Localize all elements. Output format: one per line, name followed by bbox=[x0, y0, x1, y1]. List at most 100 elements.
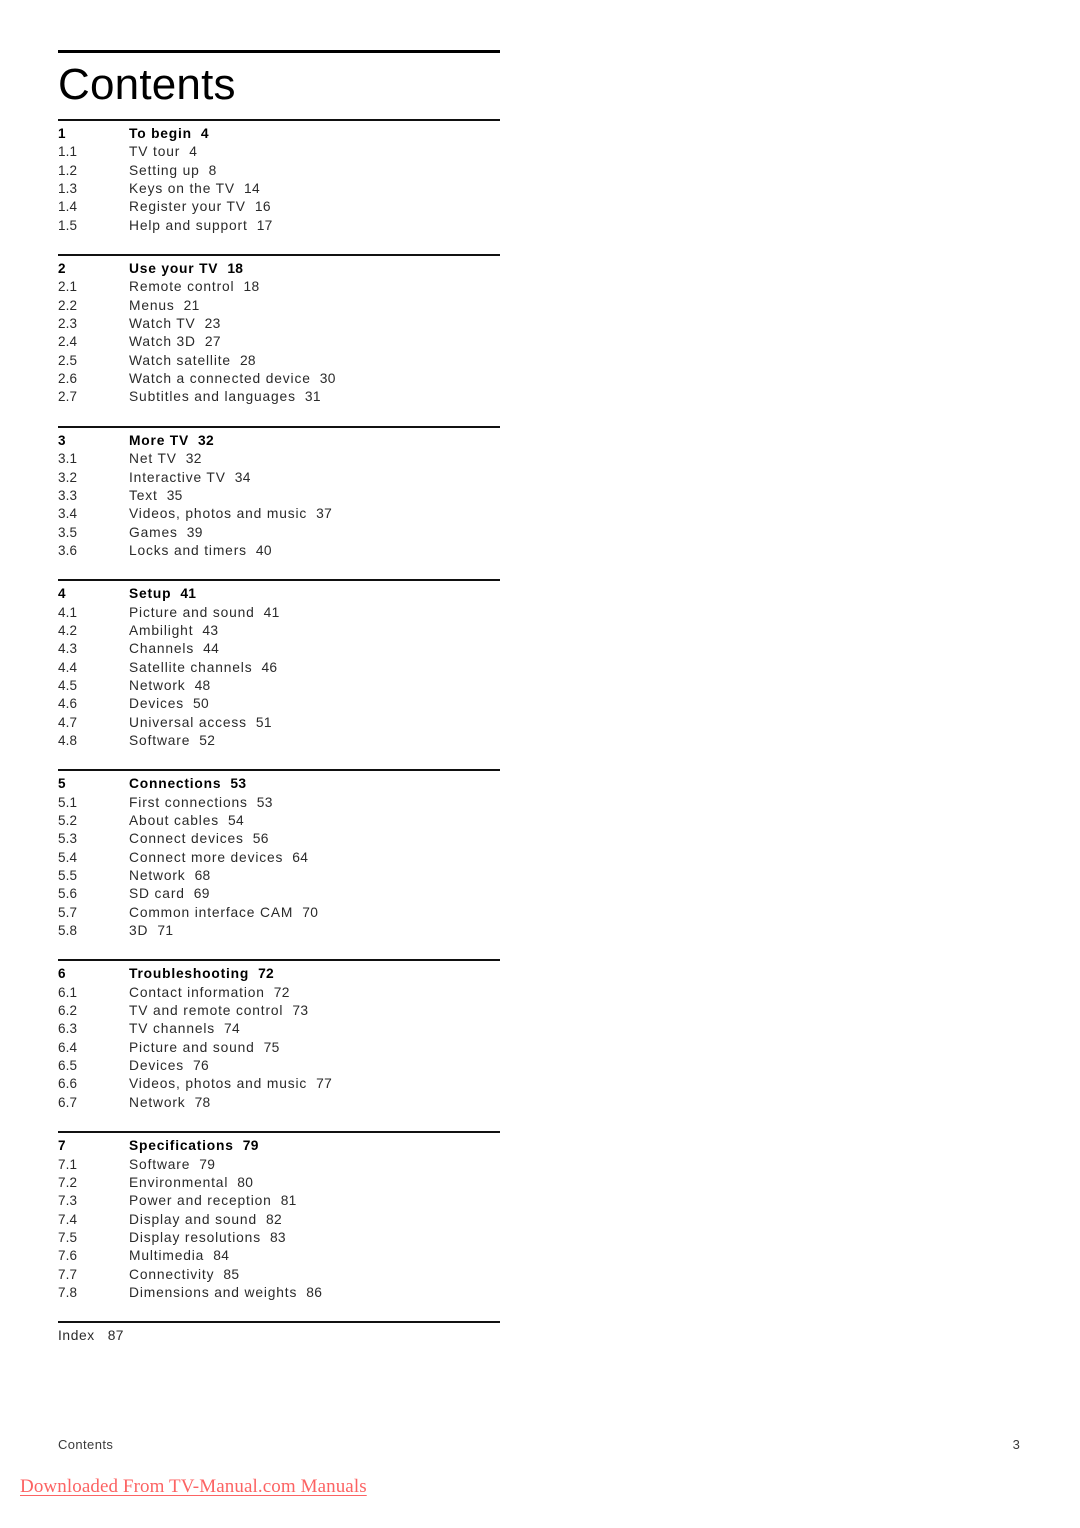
toc-entry[interactable]: 5.3 Connect devices 56 bbox=[58, 830, 500, 848]
index-rule bbox=[58, 1321, 500, 1324]
toc-entry-label: Troubleshooting bbox=[129, 966, 250, 982]
toc-entry[interactable]: 5.1 First connections 53 bbox=[58, 794, 500, 812]
toc-entry[interactable]: 6.3 TV channels 74 bbox=[58, 1020, 500, 1038]
toc-entry-label: Network bbox=[129, 1094, 186, 1110]
watermark-link[interactable]: Downloaded From TV-Manual.com Manuals bbox=[20, 1476, 367, 1498]
toc-entry-label: Videos, photos and music bbox=[129, 506, 308, 522]
toc-entry-page-number: 85 bbox=[223, 1266, 240, 1282]
toc-entry[interactable]: 7.7 Connectivity 85 bbox=[58, 1266, 500, 1284]
toc-entry-number: 7.3 bbox=[58, 1193, 78, 1209]
toc-section-heading[interactable]: 2 Use your TV 18 bbox=[58, 260, 500, 278]
toc-entry-number: 1.4 bbox=[58, 199, 78, 215]
toc-entry[interactable]: 4.3 Channels 44 bbox=[58, 640, 500, 658]
toc-entry-number: 4.3 bbox=[58, 641, 78, 657]
toc-entry-label: Locks and timers bbox=[129, 542, 247, 558]
toc-entry[interactable]: 6.1 Contact information 72 bbox=[58, 984, 500, 1002]
toc-entry[interactable]: 6.7 Network 78 bbox=[58, 1094, 500, 1112]
toc-entry[interactable]: 4.2 Ambilight 43 bbox=[58, 622, 500, 640]
toc-entry-number: 2.5 bbox=[58, 352, 78, 368]
toc-entry[interactable]: 6.2 TV and remote control 73 bbox=[58, 1002, 500, 1020]
toc-entry-label: Dimensions and weights bbox=[129, 1284, 298, 1300]
toc-entry-page-number: 39 bbox=[186, 524, 203, 540]
toc-entry[interactable]: 7.5 Display resolutions 83 bbox=[58, 1229, 500, 1247]
toc-entry[interactable]: 5.7 Common interface CAM 70 bbox=[58, 904, 500, 922]
toc-entry[interactable]: 5.8 3D 71 bbox=[58, 922, 500, 940]
toc-entry[interactable]: 4.5 Network 48 bbox=[58, 677, 500, 695]
toc-entry[interactable]: 5.2 About cables 54 bbox=[58, 812, 500, 830]
toc-entry-number: 7.1 bbox=[58, 1156, 78, 1172]
toc-entry[interactable]: 7.2 Environmental 80 bbox=[58, 1174, 500, 1192]
section-rule bbox=[58, 579, 500, 582]
toc-entry-number: 5.6 bbox=[58, 886, 78, 902]
toc-entry-label: Connect more devices bbox=[129, 849, 284, 865]
toc-entry[interactable]: 1.5 Help and support 17 bbox=[58, 217, 500, 235]
toc-entry-label: Text bbox=[129, 487, 158, 503]
toc-entry[interactable]: 3.6 Locks and timers 40 bbox=[58, 542, 500, 560]
toc-entry[interactable]: 3.4 Videos, photos and music 37 bbox=[58, 505, 500, 523]
toc-entry-page-number: 68 bbox=[194, 868, 211, 884]
toc-entry-label: Multimedia bbox=[129, 1248, 205, 1264]
toc-entry-number: 5.1 bbox=[58, 794, 78, 810]
toc-entry-page-number: 17 bbox=[256, 217, 273, 233]
toc-entry[interactable]: 7.6 Multimedia 84 bbox=[58, 1247, 500, 1265]
toc-entry[interactable]: 2.2 Menus 21 bbox=[58, 297, 500, 315]
toc-section-heading[interactable]: 7 Specifications 79 bbox=[58, 1137, 500, 1155]
toc-entry[interactable]: 3.1 Net TV 32 bbox=[58, 450, 500, 468]
toc-entry-page-number: 32 bbox=[185, 451, 202, 467]
toc-entry[interactable]: 1.4 Register your TV 16 bbox=[58, 198, 500, 216]
toc-entry[interactable]: 2.7 Subtitles and languages 31 bbox=[58, 388, 500, 406]
toc-entry-page-number: 73 bbox=[292, 1003, 309, 1019]
toc-entry[interactable]: 4.8 Software 52 bbox=[58, 732, 500, 750]
toc-entry-page-number: 4 bbox=[200, 126, 209, 141]
toc-index-row[interactable]: Index 87 bbox=[58, 1327, 500, 1345]
toc-section-heading[interactable]: 6 Troubleshooting 72 bbox=[58, 965, 500, 983]
toc-entry[interactable]: 7.4 Display and sound 82 bbox=[58, 1211, 500, 1229]
index-label: Index bbox=[58, 1328, 95, 1344]
toc-entry-label: Keys on the TV bbox=[129, 181, 235, 197]
footer-page-number: 3 bbox=[1012, 1437, 1020, 1452]
toc-entry-number: 1.1 bbox=[58, 144, 78, 160]
toc-entry[interactable]: 5.4 Connect more devices 64 bbox=[58, 849, 500, 867]
toc-entry-number: 6.3 bbox=[58, 1021, 78, 1037]
toc-entry-label: Contact information bbox=[129, 984, 265, 1000]
toc-section-heading[interactable]: 5 Connections 53 bbox=[58, 775, 500, 793]
toc-entry[interactable]: 3.3 Text 35 bbox=[58, 487, 500, 505]
toc-entry[interactable]: 2.4 Watch 3D 27 bbox=[58, 333, 500, 351]
toc-entry[interactable]: 3.5 Games 39 bbox=[58, 524, 500, 542]
toc-section-heading[interactable]: 4 Setup 41 bbox=[58, 585, 500, 603]
toc-entry[interactable]: 2.5 Watch satellite 28 bbox=[58, 352, 500, 370]
toc-entry[interactable]: 1.1 TV tour 4 bbox=[58, 143, 500, 161]
toc-section-heading[interactable]: 1 To begin 4 bbox=[58, 125, 500, 143]
toc-entry[interactable]: 4.6 Devices 50 bbox=[58, 695, 500, 713]
toc-entry[interactable]: 2.3 Watch TV 23 bbox=[58, 315, 500, 333]
toc-entry[interactable]: 5.6 SD card 69 bbox=[58, 885, 500, 903]
table-of-contents: Contents 1 To begin 4 1.1 TV tour 4 1.2 Setting… bbox=[58, 50, 500, 1346]
toc-sections: 1 To begin 4 1.1 TV tour 4 1.2 Setting up 8 1.3 Ke… bbox=[58, 119, 500, 1321]
toc-entry[interactable]: 6.6 Videos, photos and music 77 bbox=[58, 1075, 500, 1093]
toc-entry-label: Satellite channels bbox=[129, 659, 253, 675]
toc-entry-label: Common interface CAM bbox=[129, 904, 294, 920]
toc-section-heading[interactable]: 3 More TV 32 bbox=[58, 432, 500, 450]
toc-entry[interactable]: 6.5 Devices 76 bbox=[58, 1057, 500, 1075]
toc-entry[interactable]: 1.3 Keys on the TV 14 bbox=[58, 180, 500, 198]
toc-entry[interactable]: 2.1 Remote control 18 bbox=[58, 278, 500, 296]
toc-entry-number: 5.3 bbox=[58, 831, 78, 847]
toc-entry[interactable]: 4.4 Satellite channels 46 bbox=[58, 659, 500, 677]
toc-entry-number: 6.2 bbox=[58, 1003, 78, 1019]
toc-entry[interactable]: 7.3 Power and reception 81 bbox=[58, 1192, 500, 1210]
toc-entry-page-number: 34 bbox=[234, 469, 251, 485]
toc-entry[interactable]: 1.2 Setting up 8 bbox=[58, 162, 500, 180]
toc-entry[interactable]: 6.4 Picture and sound 75 bbox=[58, 1039, 500, 1057]
toc-entry[interactable]: 4.1 Picture and sound 41 bbox=[58, 604, 500, 622]
page-title: Contents bbox=[58, 60, 236, 109]
toc-entry[interactable]: 2.6 Watch a connected device 30 bbox=[58, 370, 500, 388]
toc-entry[interactable]: 4.7 Universal access 51 bbox=[58, 714, 500, 732]
toc-entry[interactable]: 3.2 Interactive TV 34 bbox=[58, 469, 500, 487]
toc-entry-label: Connectivity bbox=[129, 1266, 215, 1282]
toc-entry-number: 3 bbox=[58, 432, 66, 448]
toc-entry[interactable]: 5.5 Network 68 bbox=[58, 867, 500, 885]
toc-entry-label: TV tour bbox=[129, 144, 181, 160]
toc-entry[interactable]: 7.8 Dimensions and weights 86 bbox=[58, 1284, 500, 1302]
toc-entry[interactable]: 7.1 Software 79 bbox=[58, 1156, 500, 1174]
